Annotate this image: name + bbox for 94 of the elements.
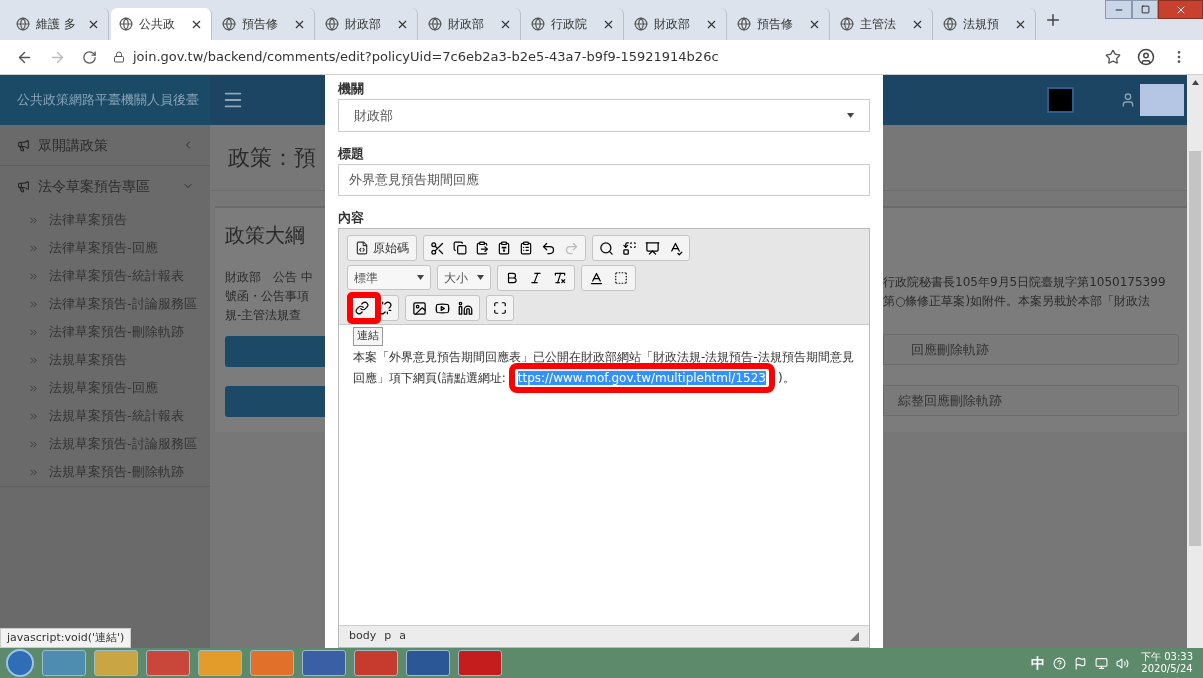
maximize-button[interactable] bbox=[1132, 0, 1158, 19]
tooltip: 連結 bbox=[353, 327, 383, 346]
maximize-icon[interactable] bbox=[493, 301, 507, 315]
tab-title: 主管法 bbox=[860, 16, 896, 33]
flag-icon[interactable] bbox=[1074, 656, 1087, 670]
page-icon bbox=[119, 17, 133, 31]
board-icon[interactable] bbox=[645, 240, 660, 256]
page-icon bbox=[325, 17, 339, 31]
policy-text: 行政院秘書長105年9月5日院臺規字第1050175399 bbox=[883, 274, 1167, 291]
image-icon[interactable] bbox=[412, 300, 427, 316]
format-select[interactable]: 標準 bbox=[347, 265, 431, 290]
tab-title: 預告修 bbox=[242, 16, 278, 33]
link-icon[interactable] bbox=[355, 301, 369, 315]
background-color-icon[interactable] bbox=[614, 271, 628, 285]
status-url: javascript:void('連結') bbox=[0, 628, 132, 648]
select-field[interactable]: 財政部 bbox=[338, 99, 870, 132]
help-icon[interactable] bbox=[1053, 656, 1066, 670]
italic-icon[interactable] bbox=[529, 271, 543, 285]
page-icon bbox=[737, 17, 751, 31]
caret-icon bbox=[847, 113, 854, 118]
app-icon[interactable] bbox=[458, 650, 502, 676]
minimize-button[interactable] bbox=[1105, 0, 1132, 19]
page-icon bbox=[222, 17, 236, 31]
page-icon bbox=[16, 17, 30, 31]
size-select[interactable]: 大小 bbox=[437, 265, 491, 290]
page-title: 政策：預 bbox=[228, 144, 316, 172]
editor-content: 本案「外界意見預告期間回應表」已公開在財政部網站「財政法規-法規預告-法規預告期間意見回應」項下網頁(請點選網址: ttps://www.mof.gov.tw/multiplehtml/1523 )。 bbox=[353, 347, 861, 389]
undo-icon[interactable] bbox=[541, 240, 556, 256]
search-icon[interactable] bbox=[599, 240, 614, 256]
image-placeholder bbox=[1047, 87, 1074, 113]
tab-title: 預告修 bbox=[757, 16, 793, 33]
paste-icon[interactable] bbox=[475, 241, 489, 255]
browser-tab[interactable]: 公共政 bbox=[111, 8, 212, 40]
video-icon[interactable] bbox=[435, 300, 450, 316]
new-tab-icon[interactable] bbox=[1044, 11, 1062, 29]
page-icon bbox=[943, 17, 957, 31]
megaphone-icon bbox=[17, 138, 30, 152]
path-item[interactable]: a bbox=[399, 628, 406, 645]
policy-text: 規-主管法規查 bbox=[225, 307, 303, 324]
input-field[interactable]: 外界意見預告期間回應 bbox=[338, 164, 870, 196]
field-label: 標題 bbox=[338, 145, 365, 163]
page-icon bbox=[634, 17, 648, 31]
card-title: 政策大綱 bbox=[225, 222, 306, 249]
network-icon[interactable] bbox=[1095, 656, 1108, 670]
replace-icon[interactable] bbox=[622, 240, 637, 256]
field-label: 機關 bbox=[338, 80, 365, 98]
spellcheck-icon[interactable] bbox=[668, 240, 683, 256]
paste-text-icon[interactable] bbox=[497, 241, 511, 255]
tab-title: 維護 多 bbox=[36, 16, 76, 33]
lock-icon bbox=[113, 51, 125, 63]
text-color-icon[interactable] bbox=[589, 270, 604, 286]
app-icon[interactable] bbox=[406, 650, 450, 676]
paste-word-icon[interactable] bbox=[519, 241, 533, 255]
linkedin-icon[interactable] bbox=[458, 300, 473, 316]
profile-icon[interactable] bbox=[1137, 48, 1155, 66]
policy-text: 財政部 公告 中 bbox=[225, 269, 314, 286]
field-label: 內容 bbox=[338, 209, 365, 227]
path-item[interactable]: body bbox=[349, 628, 377, 645]
policy-text: 號函・公告事項 bbox=[225, 288, 310, 305]
cut-icon[interactable] bbox=[430, 240, 445, 256]
page-icon bbox=[428, 17, 442, 31]
document-icon bbox=[355, 241, 369, 255]
caret-icon bbox=[417, 275, 424, 280]
app-icon[interactable] bbox=[354, 650, 398, 676]
clock[interactable]: 下午 03:33 2020/5/24 bbox=[1137, 651, 1197, 675]
source-button[interactable]: 原始碼 bbox=[351, 237, 413, 259]
sidebar-header: 公共政策網路平臺機關人員後臺 bbox=[0, 75, 210, 125]
megaphone-icon bbox=[17, 179, 30, 193]
input-method-indicator[interactable]: 中 bbox=[1031, 652, 1045, 674]
tab-title: 行政院 bbox=[551, 16, 587, 33]
start-button[interactable] bbox=[6, 649, 34, 677]
unlink-icon[interactable] bbox=[378, 301, 392, 315]
scrollbar[interactable] bbox=[1187, 75, 1203, 648]
caret-icon bbox=[477, 275, 484, 280]
tab-title: 財政部 bbox=[448, 16, 484, 33]
tab-title: 財政部 bbox=[345, 16, 381, 33]
tab-title: 財政部 bbox=[654, 16, 690, 33]
caret-icon bbox=[1191, 80, 1199, 85]
bookmark-star-icon[interactable] bbox=[1105, 49, 1121, 65]
user-icon[interactable] bbox=[1120, 92, 1136, 108]
copy-icon[interactable] bbox=[453, 241, 467, 255]
clear-format-icon[interactable] bbox=[553, 271, 567, 285]
redaction-block bbox=[1140, 84, 1184, 116]
policy-text: 第○條修正草案)如附件。本案另載於本部「財政法 bbox=[883, 293, 1152, 310]
tab-title: 公共政 bbox=[139, 16, 175, 33]
maximize-icon bbox=[1140, 5, 1150, 14]
tab-title: 法規預 bbox=[963, 16, 999, 33]
volume-icon[interactable] bbox=[1116, 656, 1129, 670]
reload-icon[interactable] bbox=[82, 49, 97, 65]
page-icon bbox=[531, 17, 545, 31]
page-icon bbox=[840, 17, 854, 31]
path-item[interactable]: p bbox=[384, 628, 392, 645]
bold-icon[interactable] bbox=[505, 271, 519, 285]
app-icon[interactable] bbox=[302, 650, 346, 676]
